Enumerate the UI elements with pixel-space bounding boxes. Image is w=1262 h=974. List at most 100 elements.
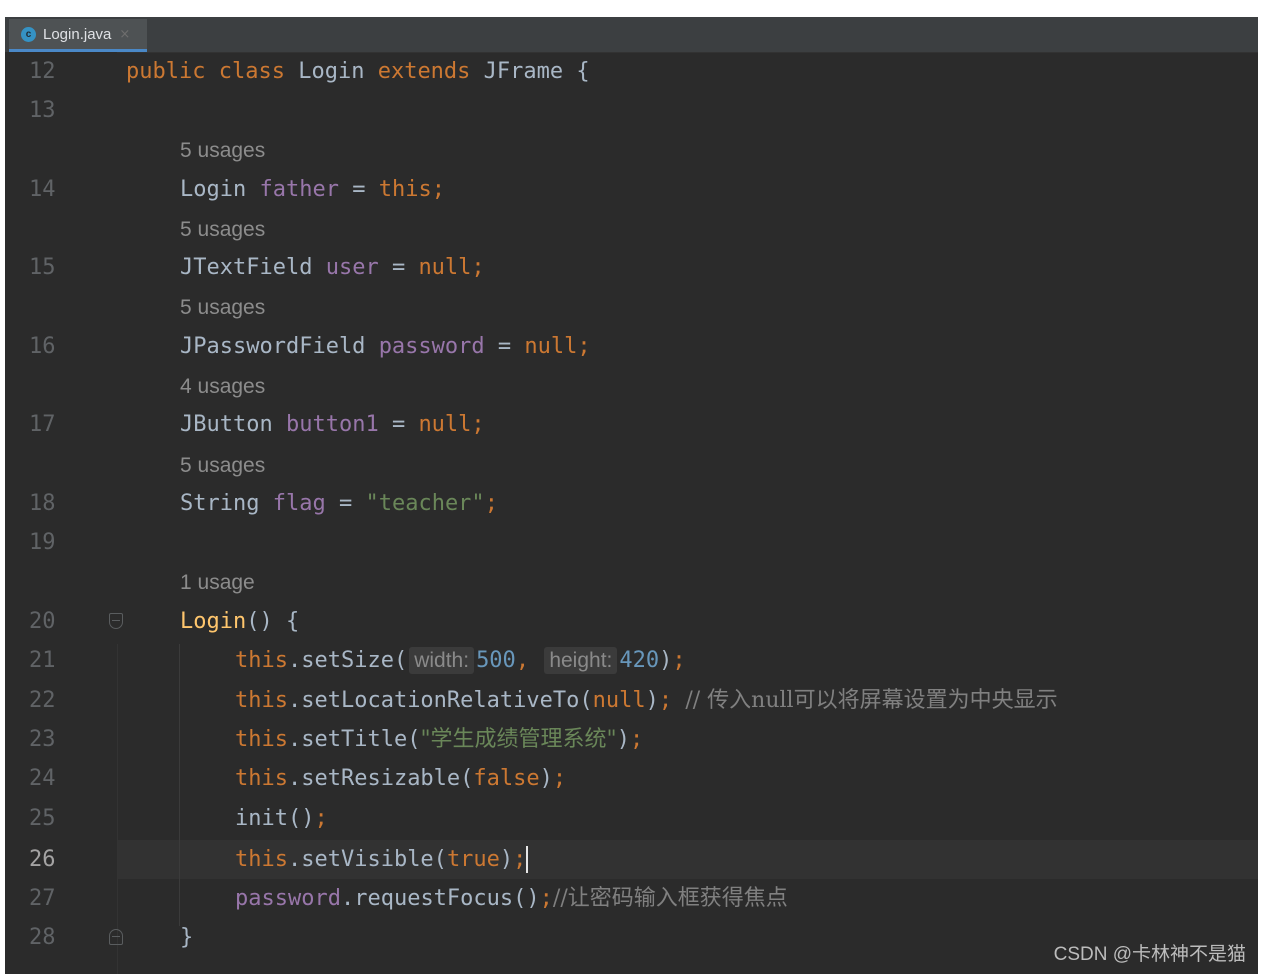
semicolon: ; xyxy=(314,806,328,831)
method-call: init() xyxy=(235,806,315,831)
code-text: this.setTitle("学生成绩管理系统"); xyxy=(235,726,643,753)
code-text: password.requestFocus();//让密码输入框获得焦点 xyxy=(235,885,788,912)
keyword: this xyxy=(235,766,288,791)
comment: // 传入null可以将屏幕设置为中央显示 xyxy=(685,688,1058,713)
punctuation: ) xyxy=(645,688,659,713)
semicolon: ; xyxy=(471,255,485,280)
code-editor[interactable]: 12 public class Login extends JFrame { 1… xyxy=(5,52,1258,974)
parameter-hint: width: xyxy=(409,647,475,674)
code-line: 20 Login() { xyxy=(5,602,1258,641)
code-line: 13 xyxy=(5,91,1258,130)
punctuation: ) xyxy=(539,766,553,791)
method-call: .requestFocus() xyxy=(340,886,540,911)
type-name: JTextField xyxy=(180,255,313,280)
punctuation: ) xyxy=(659,648,673,673)
code-line: 12 public class Login extends JFrame { xyxy=(5,52,1258,91)
keyword: this xyxy=(235,847,288,872)
usages-link[interactable]: 4 usages xyxy=(180,375,265,399)
line-number: 12 xyxy=(29,59,56,84)
punctuation: ) xyxy=(499,847,514,872)
usages-link[interactable]: 5 usages xyxy=(180,139,265,163)
code-text: JButton button1 = null; xyxy=(180,411,485,438)
keyword: extends xyxy=(377,59,471,84)
method-name: Login xyxy=(180,609,247,634)
code-text: public class Login extends JFrame { xyxy=(126,58,590,85)
code-line-current: 26 this.setVisible(true); xyxy=(5,840,1258,879)
punctuation: , xyxy=(515,648,530,673)
line-number: 23 xyxy=(29,727,56,752)
usage-hint-row: 1 usage xyxy=(5,562,1258,601)
fold-collapse-icon[interactable] xyxy=(109,613,123,629)
line-number: 14 xyxy=(29,177,56,202)
code-text: this.setSize(width: 500, height: 420); xyxy=(235,647,686,674)
line-number: 15 xyxy=(29,255,56,280)
keyword: this xyxy=(235,648,288,673)
usage-hint-row: 5 usages xyxy=(5,209,1258,248)
code-line: 17 JButton button1 = null; xyxy=(5,405,1258,444)
keyword: this xyxy=(235,727,288,752)
line-number: 22 xyxy=(29,688,56,713)
usages-link[interactable]: 5 usages xyxy=(180,454,265,478)
number-literal: 420 xyxy=(619,648,660,673)
semicolon: ; xyxy=(471,412,485,437)
code-text: Login father = this; xyxy=(180,176,445,203)
operator: = xyxy=(338,491,353,516)
line-number: 16 xyxy=(29,334,56,359)
string-literal: "teacher" xyxy=(365,491,485,516)
close-icon[interactable]: × xyxy=(119,27,130,42)
field-name: password xyxy=(378,334,485,359)
semicolon: ; xyxy=(577,334,591,359)
line-number: 27 xyxy=(29,886,56,911)
keyword: null xyxy=(524,334,578,359)
semicolon: ; xyxy=(552,766,567,791)
code-text: JTextField user = null; xyxy=(180,254,485,281)
keyword: this xyxy=(378,177,432,202)
field-name: password xyxy=(235,886,341,911)
usage-hint-row: 5 usages xyxy=(5,130,1258,169)
line-number: 24 xyxy=(29,766,56,791)
parameter-hint: height: xyxy=(544,647,618,674)
keyword: null xyxy=(418,412,472,437)
code-line: 23 this.setTitle("学生成绩管理系统"); xyxy=(5,720,1258,759)
code-line: 19 xyxy=(5,523,1258,562)
comment: //让密码输入框获得焦点 xyxy=(552,886,788,911)
punctuation: } xyxy=(180,925,194,950)
type-name: JPasswordField xyxy=(180,334,366,359)
semicolon: ; xyxy=(513,847,527,872)
operator: = xyxy=(497,334,512,359)
line-number: 13 xyxy=(29,98,56,123)
keyword: this xyxy=(235,688,288,713)
semicolon: ; xyxy=(658,688,673,713)
usages-link[interactable]: 5 usages xyxy=(180,218,265,242)
code-text: this.setLocationRelativeTo(null); // 传入n… xyxy=(235,687,1058,714)
editor-tab-bar: c Login.java × xyxy=(5,17,1258,53)
watermark: CSDN @卡林神不是猫 xyxy=(1053,944,1246,965)
method-call: .setSize( xyxy=(287,648,408,673)
line-number: 25 xyxy=(29,806,56,831)
usages-link[interactable]: 1 usage xyxy=(180,571,255,595)
line-number: 20 xyxy=(29,609,56,634)
code-text: this.setResizable(false); xyxy=(235,765,566,792)
tab-login-java[interactable]: c Login.java × xyxy=(9,19,147,52)
code-line: 18 String flag = "teacher"; xyxy=(5,484,1258,523)
class-c-icon: c xyxy=(21,26,36,42)
code-line: 15 JTextField user = null; xyxy=(5,248,1258,287)
type-name: Login xyxy=(180,177,247,202)
fold-end-icon[interactable] xyxy=(109,929,123,945)
semicolon: ; xyxy=(539,886,553,911)
code-text: } xyxy=(180,924,193,951)
keyword: null xyxy=(418,255,472,280)
code-line: 27 password.requestFocus();//让密码输入框获得焦点 xyxy=(5,879,1258,918)
semicolon: ; xyxy=(629,727,644,752)
field-name: flag xyxy=(272,491,326,516)
operator: = xyxy=(352,177,366,202)
string-literal: "学生成绩管理系统" xyxy=(420,727,617,752)
punctuation: () { xyxy=(246,609,300,634)
code-text: JPasswordField password = null; xyxy=(180,333,591,360)
ide-window: c Login.java × 12 public class Login ext… xyxy=(5,17,1258,974)
code-line: 25 init(); xyxy=(5,799,1258,838)
line-number: 26 xyxy=(29,847,56,872)
usages-link[interactable]: 5 usages xyxy=(180,296,265,320)
code-text: String flag = "teacher"; xyxy=(180,490,498,517)
field-name: father xyxy=(259,177,339,202)
